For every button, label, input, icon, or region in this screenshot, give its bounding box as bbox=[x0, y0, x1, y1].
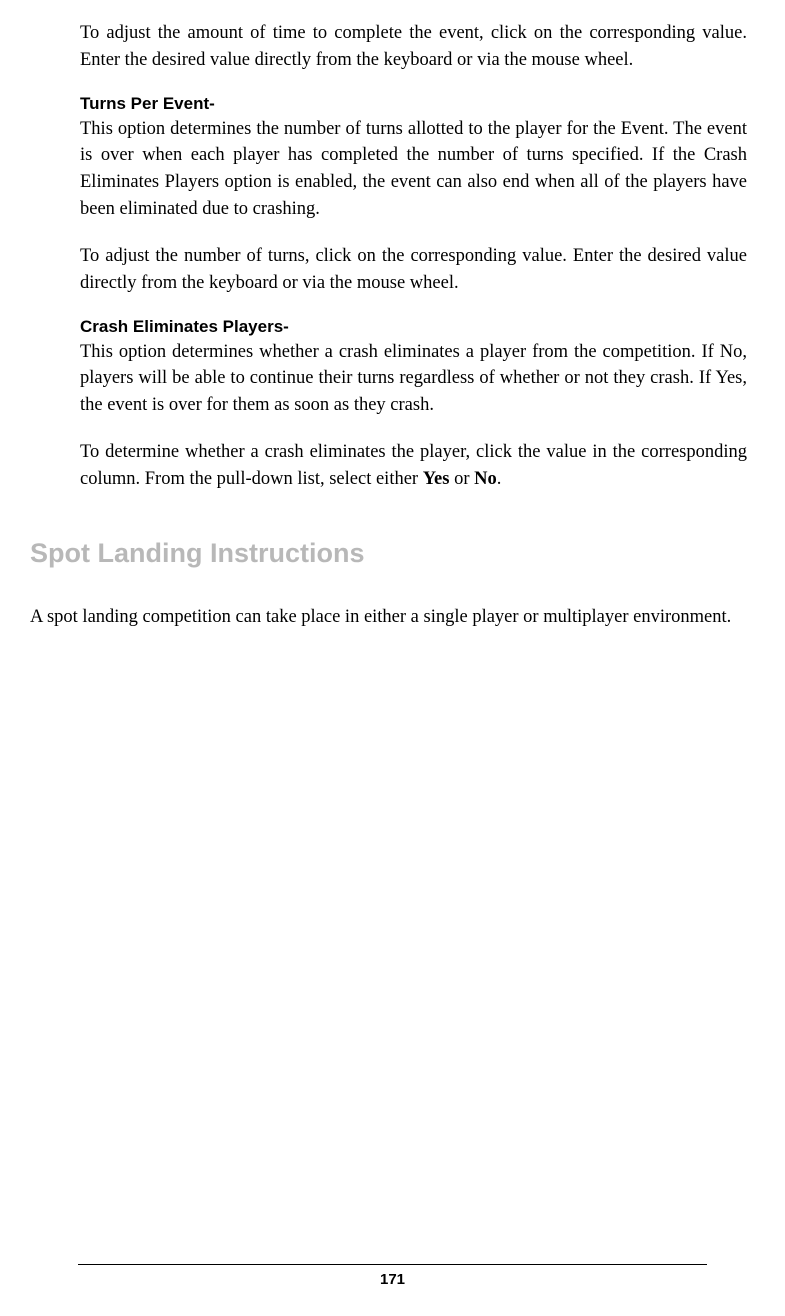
text-fragment: or bbox=[449, 469, 474, 489]
paragraph-spot-landing-intro: A spot landing competition can take plac… bbox=[30, 604, 747, 631]
text-fragment: . bbox=[497, 469, 502, 489]
bold-no: No bbox=[474, 469, 497, 489]
document-content: To adjust the amount of time to complete… bbox=[30, 20, 755, 630]
text-fragment: To determine whether a crash eliminates … bbox=[80, 442, 747, 489]
footer-divider bbox=[78, 1264, 707, 1265]
subheading-turns-per-event: Turns Per Event- bbox=[80, 94, 747, 114]
paragraph-crash-description: This option determines whether a crash e… bbox=[80, 339, 747, 419]
section-heading-spot-landing: Spot Landing Instructions bbox=[30, 538, 747, 569]
page-footer: 171 bbox=[0, 1264, 785, 1288]
paragraph-crash-instruction: To determine whether a crash eliminates … bbox=[80, 439, 747, 493]
paragraph-adjust-time: To adjust the amount of time to complete… bbox=[80, 20, 747, 74]
bold-yes: Yes bbox=[423, 469, 450, 489]
paragraph-turns-description: This option determines the number of tur… bbox=[80, 116, 747, 223]
page-number: 171 bbox=[0, 1271, 785, 1288]
subheading-crash-eliminates: Crash Eliminates Players- bbox=[80, 317, 747, 337]
paragraph-adjust-turns: To adjust the number of turns, click on … bbox=[80, 243, 747, 297]
